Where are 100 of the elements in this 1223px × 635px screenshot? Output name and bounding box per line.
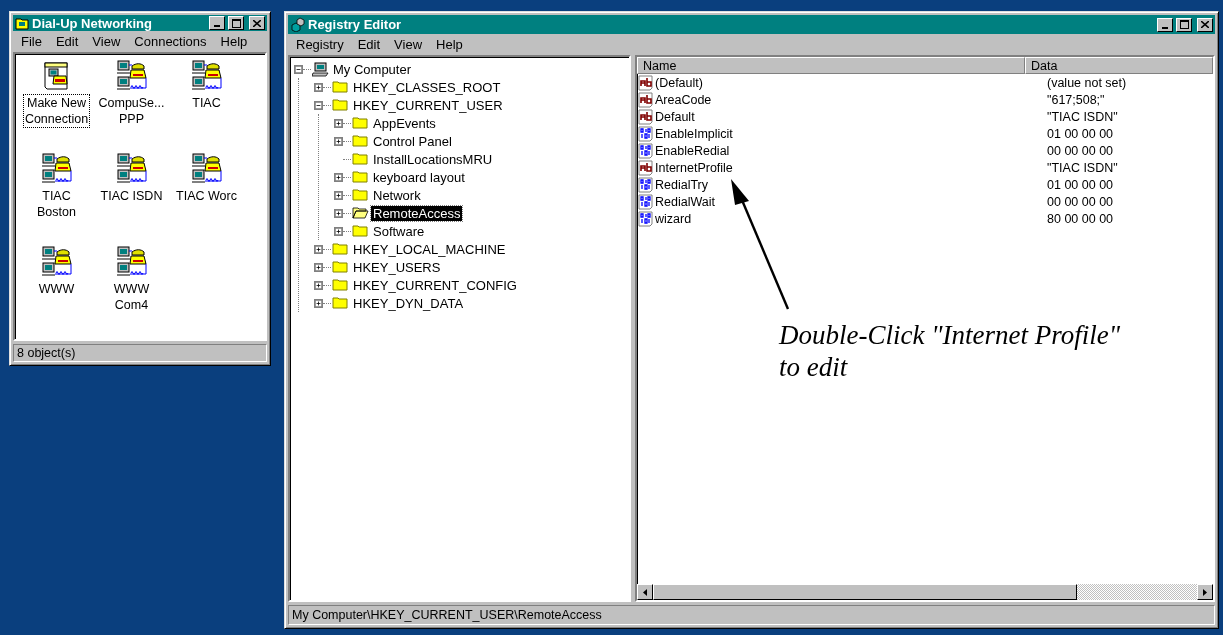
tree-item[interactable]: HKEY_CURRENT_USER	[351, 97, 505, 113]
maximize-button[interactable]	[228, 16, 244, 31]
icon-label[interactable]: CompuSe... PPP	[97, 95, 166, 128]
collapse-button[interactable]	[314, 100, 323, 110]
minimize-button[interactable]	[209, 16, 225, 31]
folder-icon	[332, 260, 349, 274]
window-title: Dial-Up Networking	[32, 15, 153, 31]
value-data: 00 00 00 00	[1046, 194, 1114, 209]
menu-item[interactable]: Help	[430, 35, 471, 54]
tree-item[interactable]: HKEY_CLASSES_ROOT	[351, 79, 503, 95]
menu-item[interactable]: Edit	[49, 32, 87, 52]
folder-icon	[352, 152, 369, 166]
expand-button[interactable]	[314, 82, 323, 92]
minimize-icon	[214, 25, 220, 28]
value-name[interactable]: RedialTry	[655, 177, 1042, 192]
dial-up-connection-icon	[190, 60, 223, 93]
tree-item[interactable]: AppEvents	[371, 115, 438, 131]
icon-label[interactable]: Make New Connection	[23, 95, 90, 128]
tree-item[interactable]: HKEY_LOCAL_MACHINE	[351, 241, 508, 257]
tree-item[interactable]: HKEY_USERS	[351, 259, 443, 275]
binary-value-icon	[638, 210, 654, 227]
value-name[interactable]: EnableImplicit	[655, 126, 1042, 141]
folder-icon	[352, 134, 369, 148]
menu-item[interactable]: Registry	[290, 35, 352, 54]
left-arrow-icon	[643, 588, 647, 596]
window-title: Registry Editor	[308, 17, 403, 32]
scroll-right-button[interactable]	[1197, 584, 1213, 600]
value-name[interactable]: RedialWait	[655, 194, 1042, 209]
folder-icon	[332, 80, 349, 94]
expand-button[interactable]	[314, 280, 323, 290]
tree-item[interactable]: Network	[371, 187, 423, 203]
folder-icon	[352, 188, 369, 202]
expand-button[interactable]	[334, 118, 343, 128]
folder-icon	[332, 296, 349, 310]
value-name[interactable]: EnableRedial	[655, 143, 1042, 158]
icon-label[interactable]: TIAC	[191, 95, 222, 112]
tree-item[interactable]: HKEY_DYN_DATA	[351, 295, 466, 311]
string-value-icon	[638, 91, 654, 108]
tree-item[interactable]: HKEY_CURRENT_CONFIG	[351, 277, 519, 293]
expand-button[interactable]	[314, 262, 323, 272]
menu-item[interactable]: View	[388, 35, 431, 54]
tree-item[interactable]: Control Panel	[371, 133, 454, 149]
value-name[interactable]: AreaCode	[655, 92, 1042, 107]
icon-label[interactable]: TIAC Boston	[36, 188, 77, 221]
binary-value-icon	[638, 142, 654, 159]
value-name[interactable]: wizard	[655, 211, 1042, 226]
column-header[interactable]: Data	[1025, 57, 1213, 74]
value-data: 80 00 00 00	[1046, 211, 1114, 226]
value-name[interactable]: (Default)	[655, 75, 1042, 90]
minimize-icon	[1162, 26, 1168, 29]
icon-label[interactable]: WWW Com4	[112, 281, 151, 314]
expand-button[interactable]	[334, 190, 343, 200]
icon-label[interactable]: TIAC Worc	[175, 188, 238, 205]
close-button[interactable]	[1197, 17, 1213, 32]
minimize-button[interactable]	[1157, 17, 1173, 32]
tree-item[interactable]: RemoteAccess	[371, 205, 463, 221]
binary-value-icon	[638, 176, 654, 193]
value-name[interactable]: InternetProfile	[655, 160, 1042, 175]
menu-item[interactable]: Connections	[128, 32, 215, 52]
maximize-button[interactable]	[1176, 17, 1192, 32]
close-button[interactable]	[249, 16, 265, 31]
expand-button[interactable]	[334, 172, 343, 182]
dial-up-connection-icon	[40, 246, 73, 279]
menu-item[interactable]: Edit	[351, 35, 389, 54]
registry-cubes-icon	[290, 17, 305, 32]
horizontal-scrollbar[interactable]	[637, 584, 1213, 600]
folder-icon	[332, 242, 349, 256]
menu-item[interactable]: View	[86, 32, 129, 52]
tree-item[interactable]: Software	[371, 223, 427, 239]
folder-icon	[352, 170, 369, 184]
status-bar: My Computer\HKEY_CURRENT_USER\RemoteAccess	[288, 605, 1215, 625]
string-value-icon	[638, 108, 654, 125]
icon-label[interactable]: TIAC ISDN	[99, 188, 164, 205]
value-data: (value not set)	[1046, 75, 1127, 90]
tree-item[interactable]: keyboard layout	[371, 169, 467, 185]
value-data: "617;508;"	[1046, 92, 1105, 107]
expand-button[interactable]	[314, 298, 323, 308]
computer-icon	[312, 61, 329, 77]
value-name[interactable]: Default	[655, 109, 1042, 124]
maximize-icon	[231, 18, 241, 28]
menu-item[interactable]: Help	[214, 32, 256, 52]
tree-item[interactable]: My Computer	[331, 61, 414, 77]
string-value-icon	[638, 74, 654, 91]
collapse-button[interactable]	[294, 64, 303, 74]
expand-button[interactable]	[314, 244, 323, 254]
column-header[interactable]: Name	[637, 57, 1025, 74]
expand-button[interactable]	[334, 136, 343, 146]
menu-item[interactable]: File	[15, 32, 50, 52]
expand-button[interactable]	[334, 226, 343, 236]
annotation-text: Double-Click "Internet Profile" to edit	[779, 319, 1121, 383]
tree-item[interactable]: InstallLocationsMRU	[371, 151, 495, 167]
expand-button[interactable]	[334, 208, 343, 218]
icon-label[interactable]: WWW	[37, 281, 76, 298]
binary-value-icon	[638, 125, 654, 142]
close-icon	[253, 19, 261, 27]
scroll-left-button[interactable]	[637, 584, 653, 600]
value-data: 01 00 00 00	[1046, 126, 1114, 141]
binary-value-icon	[638, 193, 654, 210]
value-data: "TIAC ISDN"	[1046, 160, 1118, 175]
folder-icon	[332, 98, 349, 112]
